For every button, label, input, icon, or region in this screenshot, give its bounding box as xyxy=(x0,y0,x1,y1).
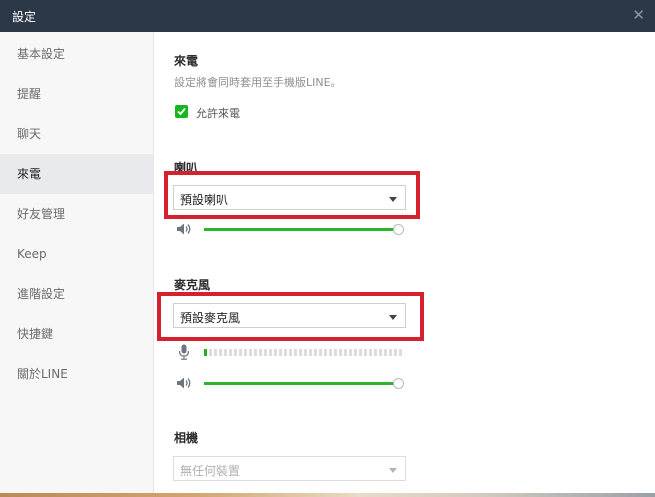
calls-heading: 來電 xyxy=(174,54,199,68)
check-icon xyxy=(177,107,186,116)
speaker-volume-icon xyxy=(177,223,191,235)
speaker-select[interactable]: 預設喇叭 xyxy=(173,185,406,210)
mic-level-segment xyxy=(259,349,262,356)
mic-level-segment xyxy=(344,349,347,356)
mic-level-segment xyxy=(334,349,337,356)
sidebar-item-friends[interactable]: 好友管理 xyxy=(0,194,153,234)
close-icon[interactable]: ✕ xyxy=(632,6,645,24)
microphone-icon xyxy=(178,344,190,360)
mic-level-segment xyxy=(214,349,217,356)
sidebar-item-shortcuts[interactable]: 快捷鍵 xyxy=(0,314,153,354)
sidebar-item-label: 基本設定 xyxy=(17,47,66,61)
mic-level-segment xyxy=(389,349,392,356)
mic-level-segment xyxy=(219,349,222,356)
mic-level-segment xyxy=(379,349,382,356)
mic-level-segment xyxy=(269,349,272,356)
mic-level-segment xyxy=(374,349,377,356)
mic-level-segment xyxy=(324,349,327,356)
sidebar-item-label: 來電 xyxy=(17,167,42,181)
mic-level-segment xyxy=(349,349,352,356)
sidebar-item-advanced[interactable]: 進階設定 xyxy=(0,274,153,314)
mic-level-segment xyxy=(284,349,287,356)
microphone-select-value: 預設麥克風 xyxy=(180,311,241,325)
mic-level-segment xyxy=(384,349,387,356)
microphone-volume-knob[interactable] xyxy=(393,378,404,389)
mic-level-segment xyxy=(289,349,292,356)
mic-level-segment xyxy=(329,349,332,356)
mic-level-segment xyxy=(234,349,237,356)
sidebar-item-about[interactable]: 關於LINE xyxy=(0,354,153,394)
microphone-heading: 麥克風 xyxy=(174,278,211,292)
speaker-volume-slider[interactable] xyxy=(204,228,398,231)
settings-window: 設定 ✕ 基本設定 提醒 聊天 來電 好友管理 Keep 進階設定 快捷鍵 關於… xyxy=(0,0,655,497)
mic-level-segment xyxy=(309,349,312,356)
sidebar-item-label: 快捷鍵 xyxy=(17,327,54,341)
allow-calls-label[interactable]: 允許來電 xyxy=(196,105,240,121)
sidebar-item-label: Keep xyxy=(17,247,47,261)
sidebar-item-basic-settings[interactable]: 基本設定 xyxy=(0,34,153,74)
mic-level-segment xyxy=(274,349,277,356)
mic-level-segment xyxy=(304,349,307,356)
mic-level-segment xyxy=(204,349,207,356)
chevron-down-icon xyxy=(389,197,397,202)
sidebar-item-label: 聊天 xyxy=(17,127,42,141)
sidebar-item-keep[interactable]: Keep xyxy=(0,234,153,274)
microphone-volume-icon xyxy=(177,377,191,389)
mic-level-segment xyxy=(279,349,282,356)
settings-sidebar: 基本設定 提醒 聊天 來電 好友管理 Keep 進階設定 快捷鍵 關於LINE xyxy=(0,32,154,493)
mic-level-segment xyxy=(244,349,247,356)
chevron-down-icon xyxy=(389,315,397,320)
mic-level-segment xyxy=(294,349,297,356)
speaker-volume-knob[interactable] xyxy=(393,224,404,235)
sidebar-item-label: 關於LINE xyxy=(17,367,68,381)
sidebar-item-chats[interactable]: 聊天 xyxy=(0,114,153,154)
mic-level-segment xyxy=(224,349,227,356)
mic-level-segment xyxy=(264,349,267,356)
sidebar-item-label: 進階設定 xyxy=(17,287,66,301)
microphone-volume-slider[interactable] xyxy=(204,382,398,385)
mic-level-segment xyxy=(364,349,367,356)
mic-level-segment xyxy=(254,349,257,356)
microphone-level-meter xyxy=(204,349,406,357)
settings-content: 來電 設定將會同時套用至手機版LINE。 允許來電 喇叭 預設喇叭 麥克風 預設… xyxy=(154,32,655,493)
sidebar-item-label: 提醒 xyxy=(17,87,42,101)
sidebar-item-label: 好友管理 xyxy=(17,207,66,221)
desktop-background-strip xyxy=(0,493,655,497)
mic-level-segment xyxy=(314,349,317,356)
microphone-select[interactable]: 預設麥克風 xyxy=(173,303,406,328)
mic-level-segment xyxy=(369,349,372,356)
mic-level-segment xyxy=(354,349,357,356)
speaker-heading: 喇叭 xyxy=(174,161,199,175)
mic-level-segment xyxy=(319,349,322,356)
chevron-down-icon xyxy=(389,468,397,473)
camera-select-value: 無任何裝置 xyxy=(180,464,241,478)
mic-level-segment xyxy=(229,349,232,356)
mic-level-segment xyxy=(359,349,362,356)
speaker-select-value: 預設喇叭 xyxy=(180,193,229,207)
mic-level-segment xyxy=(209,349,212,356)
camera-select: 無任何裝置 xyxy=(173,456,406,481)
mic-level-segment xyxy=(239,349,242,356)
calls-description: 設定將會同時套用至手機版LINE。 xyxy=(174,76,342,89)
window-title: 設定 xyxy=(12,10,37,24)
mic-level-segment xyxy=(394,349,397,356)
sidebar-item-notifications[interactable]: 提醒 xyxy=(0,74,153,114)
title-bar: 設定 ✕ xyxy=(0,0,655,32)
camera-heading: 相機 xyxy=(174,431,199,445)
sidebar-item-calls[interactable]: 來電 xyxy=(0,154,153,194)
mic-level-segment xyxy=(299,349,302,356)
mic-level-segment xyxy=(399,349,402,356)
allow-calls-checkbox[interactable] xyxy=(175,105,188,118)
mic-level-segment xyxy=(339,349,342,356)
mic-level-segment xyxy=(249,349,252,356)
